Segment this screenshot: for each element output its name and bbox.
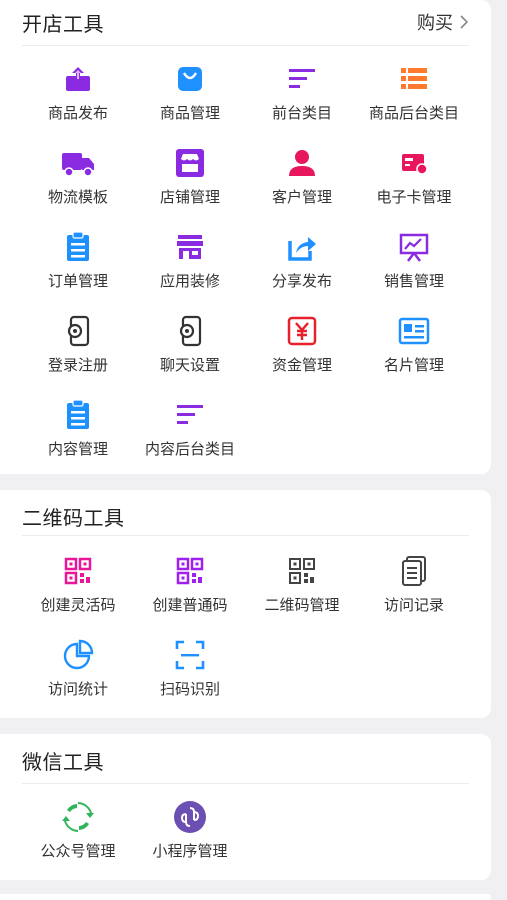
tool-store-manage[interactable]: 店铺管理 <box>134 134 246 218</box>
tool-label: 销售管理 <box>383 272 444 290</box>
gift-card-icon <box>397 146 431 180</box>
tool-content-backend-category[interactable]: 内容后台类目 <box>134 386 246 470</box>
chevron-right-icon <box>459 14 469 30</box>
document-icon <box>397 554 431 588</box>
next-card-edge <box>0 894 491 900</box>
sort-lines-icon <box>285 62 319 96</box>
tool-label: 聊天设置 <box>159 356 220 374</box>
tool-mini-program[interactable]: 小程序管理 <box>134 788 246 872</box>
qr-tools-header: 二维码工具 <box>22 490 469 536</box>
presentation-chart-icon <box>397 230 431 264</box>
tool-content-manage[interactable]: 内容管理 <box>22 386 134 470</box>
tool-fund-manage[interactable]: 资金管理 <box>246 302 358 386</box>
tool-label: 内容后台类目 <box>144 440 235 458</box>
tool-sales-manage[interactable]: 销售管理 <box>358 218 470 302</box>
shop-awning-icon <box>173 230 207 264</box>
clipboard-icon <box>61 230 95 264</box>
tool-qr-manage[interactable]: 二维码管理 <box>246 542 358 626</box>
section-title: 开店工具 <box>22 12 104 36</box>
tool-label: 小程序管理 <box>152 842 228 860</box>
list-icon <box>397 62 431 96</box>
qr-tools-grid: 创建灵活码 创建普通码 二维码管理 访问记录 访问统计 扫码识别 <box>22 542 470 710</box>
tool-label: 分享发布 <box>271 272 332 290</box>
qr-code-icon <box>285 554 319 588</box>
tool-create-flexible-code[interactable]: 创建灵活码 <box>22 542 134 626</box>
mini-program-icon <box>173 800 207 834</box>
person-icon <box>285 146 319 180</box>
tool-ecard-manage[interactable]: 电子卡管理 <box>358 134 470 218</box>
tool-label: 访问统计 <box>47 680 108 698</box>
tool-label: 公众号管理 <box>40 842 116 860</box>
tool-label: 登录注册 <box>47 356 108 374</box>
buy-label: 购买 <box>417 13 453 34</box>
tool-scan-recognize[interactable]: 扫码识别 <box>134 626 246 710</box>
tool-label: 访问记录 <box>383 596 444 614</box>
qr-tools-card: 二维码工具 创建灵活码 创建普通码 二维码管理 访问记录 访问统计 扫码识别 <box>0 490 491 718</box>
pie-chart-icon <box>61 638 95 672</box>
tool-product-manage[interactable]: 商品管理 <box>134 50 246 134</box>
tool-label: 扫码识别 <box>159 680 220 698</box>
tool-label: 前台类目 <box>271 104 332 122</box>
tool-label: 资金管理 <box>271 356 332 374</box>
tool-label: 内容管理 <box>47 440 108 458</box>
share-icon <box>285 230 319 264</box>
scan-frame-icon <box>173 638 207 672</box>
tool-official-account[interactable]: 公众号管理 <box>22 788 134 872</box>
phone-settings-icon <box>61 314 95 348</box>
tool-business-card[interactable]: 名片管理 <box>358 302 470 386</box>
tool-label: 名片管理 <box>383 356 444 374</box>
tool-front-category[interactable]: 前台类目 <box>246 50 358 134</box>
upload-box-icon <box>61 62 95 96</box>
yuan-icon <box>285 314 319 348</box>
business-card-icon <box>397 314 431 348</box>
shop-tools-card: 开店工具 购买 商品发布 商品管理 前台类目 商品后台类目 物流模板 店铺管理 … <box>0 0 491 474</box>
truck-icon <box>61 146 95 180</box>
tool-label: 商品后台类目 <box>368 104 459 122</box>
buy-link[interactable]: 购买 <box>417 9 469 35</box>
tool-label: 创建灵活码 <box>40 596 116 614</box>
qr-code-icon <box>173 554 207 588</box>
storefront-icon <box>173 146 207 180</box>
shop-tools-header: 开店工具 购买 <box>22 0 469 46</box>
tool-create-normal-code[interactable]: 创建普通码 <box>134 542 246 626</box>
tool-chat-settings[interactable]: 聊天设置 <box>134 302 246 386</box>
tool-visit-stats[interactable]: 访问统计 <box>22 626 134 710</box>
phone-settings-icon <box>173 314 207 348</box>
tool-visit-record[interactable]: 访问记录 <box>358 542 470 626</box>
wechat-tools-card: 微信工具 公众号管理 小程序管理 <box>0 734 491 880</box>
tool-product-publish[interactable]: 商品发布 <box>22 50 134 134</box>
wechat-tools-header: 微信工具 <box>22 734 469 784</box>
tool-label: 二维码管理 <box>264 596 340 614</box>
tool-customer-manage[interactable]: 客户管理 <box>246 134 358 218</box>
qr-code-icon <box>61 554 95 588</box>
section-title: 微信工具 <box>22 750 104 774</box>
wechat-tools-grid: 公众号管理 小程序管理 <box>22 788 470 872</box>
tool-login-register[interactable]: 登录注册 <box>22 302 134 386</box>
tool-label: 客户管理 <box>271 188 332 206</box>
tool-label: 应用装修 <box>159 272 220 290</box>
tool-label: 物流模板 <box>47 188 108 206</box>
tool-product-backend-category[interactable]: 商品后台类目 <box>358 50 470 134</box>
tool-label: 订单管理 <box>47 272 108 290</box>
tool-label: 店铺管理 <box>159 188 220 206</box>
shopping-bag-icon <box>173 62 207 96</box>
official-account-icon <box>61 800 95 834</box>
tool-label: 电子卡管理 <box>376 188 452 206</box>
shop-tools-grid: 商品发布 商品管理 前台类目 商品后台类目 物流模板 店铺管理 客户管理 电子卡… <box>22 50 470 470</box>
tool-label: 商品发布 <box>47 104 108 122</box>
tool-label: 创建普通码 <box>152 596 228 614</box>
tool-order-manage[interactable]: 订单管理 <box>22 218 134 302</box>
tool-logistics-template[interactable]: 物流模板 <box>22 134 134 218</box>
tool-share-publish[interactable]: 分享发布 <box>246 218 358 302</box>
sort-lines-icon <box>173 398 207 432</box>
tool-app-decoration[interactable]: 应用装修 <box>134 218 246 302</box>
clipboard-icon <box>61 398 95 432</box>
section-title: 二维码工具 <box>22 506 125 530</box>
tool-label: 商品管理 <box>159 104 220 122</box>
